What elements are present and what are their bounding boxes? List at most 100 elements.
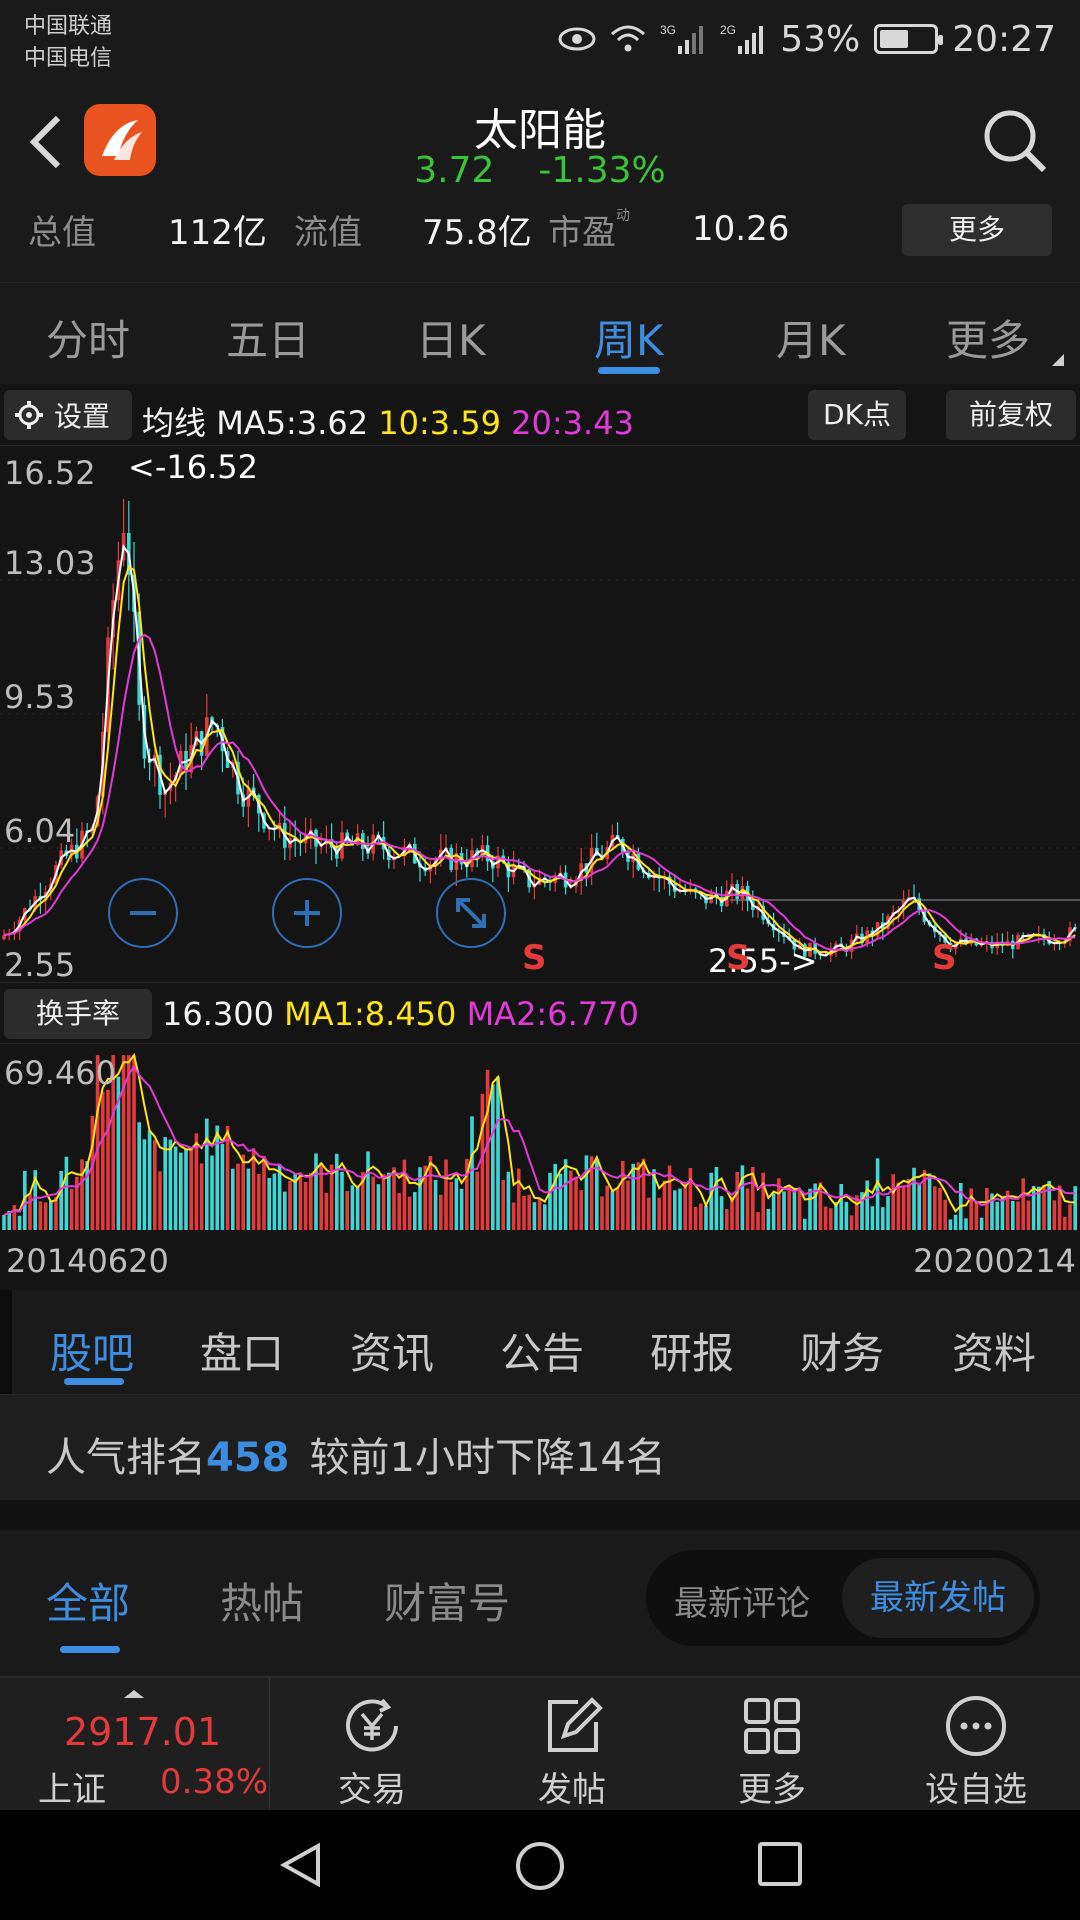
recents-square-icon[interactable]	[756, 1840, 804, 1888]
turnover-bar	[2, 1215, 6, 1230]
wifi-icon	[611, 25, 646, 52]
turnover-indicator-button[interactable]: 换手率	[4, 989, 152, 1039]
period-tabs: 分时 五日 日K 周K 月K 更多	[0, 282, 1080, 384]
turnover-bar	[626, 1180, 630, 1230]
tab-announcements[interactable]: 公告	[500, 1320, 584, 1381]
tab-intraday[interactable]: 分时	[46, 307, 130, 368]
tab-weekly-k[interactable]: 周K	[594, 307, 664, 368]
turnover-bar	[38, 1201, 43, 1230]
turnover-bar	[543, 1204, 547, 1230]
dk-point-button[interactable]: DK点	[808, 390, 906, 440]
index-change: 0.38%	[160, 1762, 269, 1802]
sell-signal-3: S	[932, 938, 957, 978]
signal-3g-icon: 3G	[660, 23, 704, 54]
popularity-rank[interactable]: 人气排名458 较前1小时下降14名	[0, 1394, 1080, 1500]
zoom-in-button[interactable]	[272, 878, 342, 948]
total-value: 112亿	[168, 212, 267, 253]
home-circle-icon[interactable]	[514, 1840, 566, 1892]
turnover-bar	[647, 1197, 651, 1230]
turnover-bar	[610, 1191, 615, 1230]
tab-profile[interactable]: 资料	[952, 1320, 1036, 1381]
turnover-bar	[917, 1183, 921, 1230]
sort-latest-post[interactable]: 最新发帖	[842, 1558, 1034, 1638]
turnover-bar	[823, 1206, 828, 1230]
index-ticker[interactable]: 2917.01 上证 0.38%	[0, 1678, 270, 1810]
turnover-bar	[725, 1209, 729, 1230]
min-price-marker: 2.55->	[708, 942, 818, 980]
sort-latest-comment[interactable]: 最新评论	[674, 1576, 810, 1625]
max-price-marker: <-16.52	[128, 448, 258, 486]
turnover-toolbar: 换手率 16.300 MA1:8.450 MA2:6.770	[0, 982, 1080, 1044]
turnover-ma1: MA1:8.450	[284, 995, 457, 1033]
back-triangle-icon[interactable]	[276, 1840, 326, 1890]
turnover-chart[interactable]: 69.460	[0, 1044, 1080, 1230]
filter-hot[interactable]: 热帖	[220, 1570, 304, 1631]
nav-post[interactable]: 发帖	[472, 1678, 672, 1810]
turnover-bar	[225, 1125, 230, 1230]
turnover-bar	[257, 1174, 261, 1230]
turnover-bar	[345, 1190, 349, 1230]
turnover-bar	[844, 1201, 849, 1230]
tab-forum[interactable]: 股吧	[50, 1320, 134, 1381]
turnover-bar	[636, 1162, 641, 1230]
battery-percent: 53%	[780, 18, 861, 60]
nav-trade[interactable]: 交易	[272, 1678, 472, 1810]
turnover-bar	[480, 1093, 485, 1230]
turnover-bar	[220, 1144, 225, 1230]
fullscreen-button[interactable]	[436, 878, 506, 948]
tab-news[interactable]: 资讯	[350, 1320, 434, 1381]
tab-research[interactable]: 研报	[650, 1320, 734, 1381]
tab-five-day[interactable]: 五日	[226, 307, 310, 368]
candlestick	[548, 876, 552, 891]
turnover-bar	[964, 1218, 968, 1230]
nav-more[interactable]: 更多	[672, 1678, 872, 1810]
tab-daily-k[interactable]: 日K	[416, 307, 486, 368]
turnover-bar	[1047, 1180, 1051, 1230]
turnover-bar	[137, 1122, 141, 1230]
turnover-bar	[173, 1146, 178, 1230]
tab-monthly-k[interactable]: 月K	[776, 307, 846, 368]
turnover-ma2: MA2:6.770	[466, 995, 639, 1033]
turnover-bar	[808, 1188, 812, 1230]
turnover-bar	[595, 1160, 599, 1230]
turnover-bar	[147, 1130, 152, 1230]
more-button[interactable]: 更多	[902, 204, 1052, 256]
turnover-bar	[85, 1161, 89, 1230]
turnover-bar	[454, 1178, 459, 1230]
turnover-bar	[979, 1217, 984, 1230]
kline-chart[interactable]: 16.52 13.03 9.53 6.04 2.55 <-16.52 2.55-…	[0, 446, 1080, 984]
turnover-bar	[231, 1168, 235, 1230]
settings-button[interactable]: 设置	[4, 390, 132, 440]
turnover-bar	[470, 1116, 474, 1230]
grid-icon	[744, 1698, 800, 1754]
tab-finance[interactable]: 财务	[800, 1320, 884, 1381]
edit-icon	[548, 1697, 603, 1752]
tab-order-book[interactable]: 盘口	[200, 1320, 284, 1381]
candlestick	[205, 694, 209, 760]
filter-wealth[interactable]: 财富号	[384, 1570, 510, 1631]
rank-number: 458	[206, 1435, 290, 1481]
tab-more-periods[interactable]: 更多	[946, 307, 1030, 368]
turnover-bar	[444, 1159, 448, 1230]
turnover-bar	[43, 1202, 48, 1230]
turnover-bar	[881, 1207, 885, 1230]
turnover-bar	[459, 1188, 464, 1230]
turnover-bar	[49, 1200, 53, 1230]
index-name: 上证	[38, 1770, 106, 1810]
search-icon[interactable]	[982, 108, 1048, 174]
zoom-out-button[interactable]	[108, 878, 178, 948]
turnover-bar	[740, 1165, 745, 1230]
ma-label: 均线	[142, 404, 207, 442]
turnover-bar	[1021, 1178, 1025, 1230]
candlestick	[667, 872, 672, 896]
turnover-bar	[948, 1219, 953, 1230]
nav-add-watchlist[interactable]: 设自选	[876, 1678, 1076, 1810]
turnover-bar	[142, 1139, 147, 1230]
turnover-bar	[631, 1163, 635, 1230]
forward-adjust-button[interactable]: 前复权	[946, 390, 1076, 440]
turnover-bar	[309, 1173, 313, 1230]
filter-all[interactable]: 全部	[46, 1570, 130, 1631]
divider	[0, 1500, 1080, 1530]
candlestick	[314, 828, 318, 865]
stock-name: 太阳能	[474, 105, 606, 156]
